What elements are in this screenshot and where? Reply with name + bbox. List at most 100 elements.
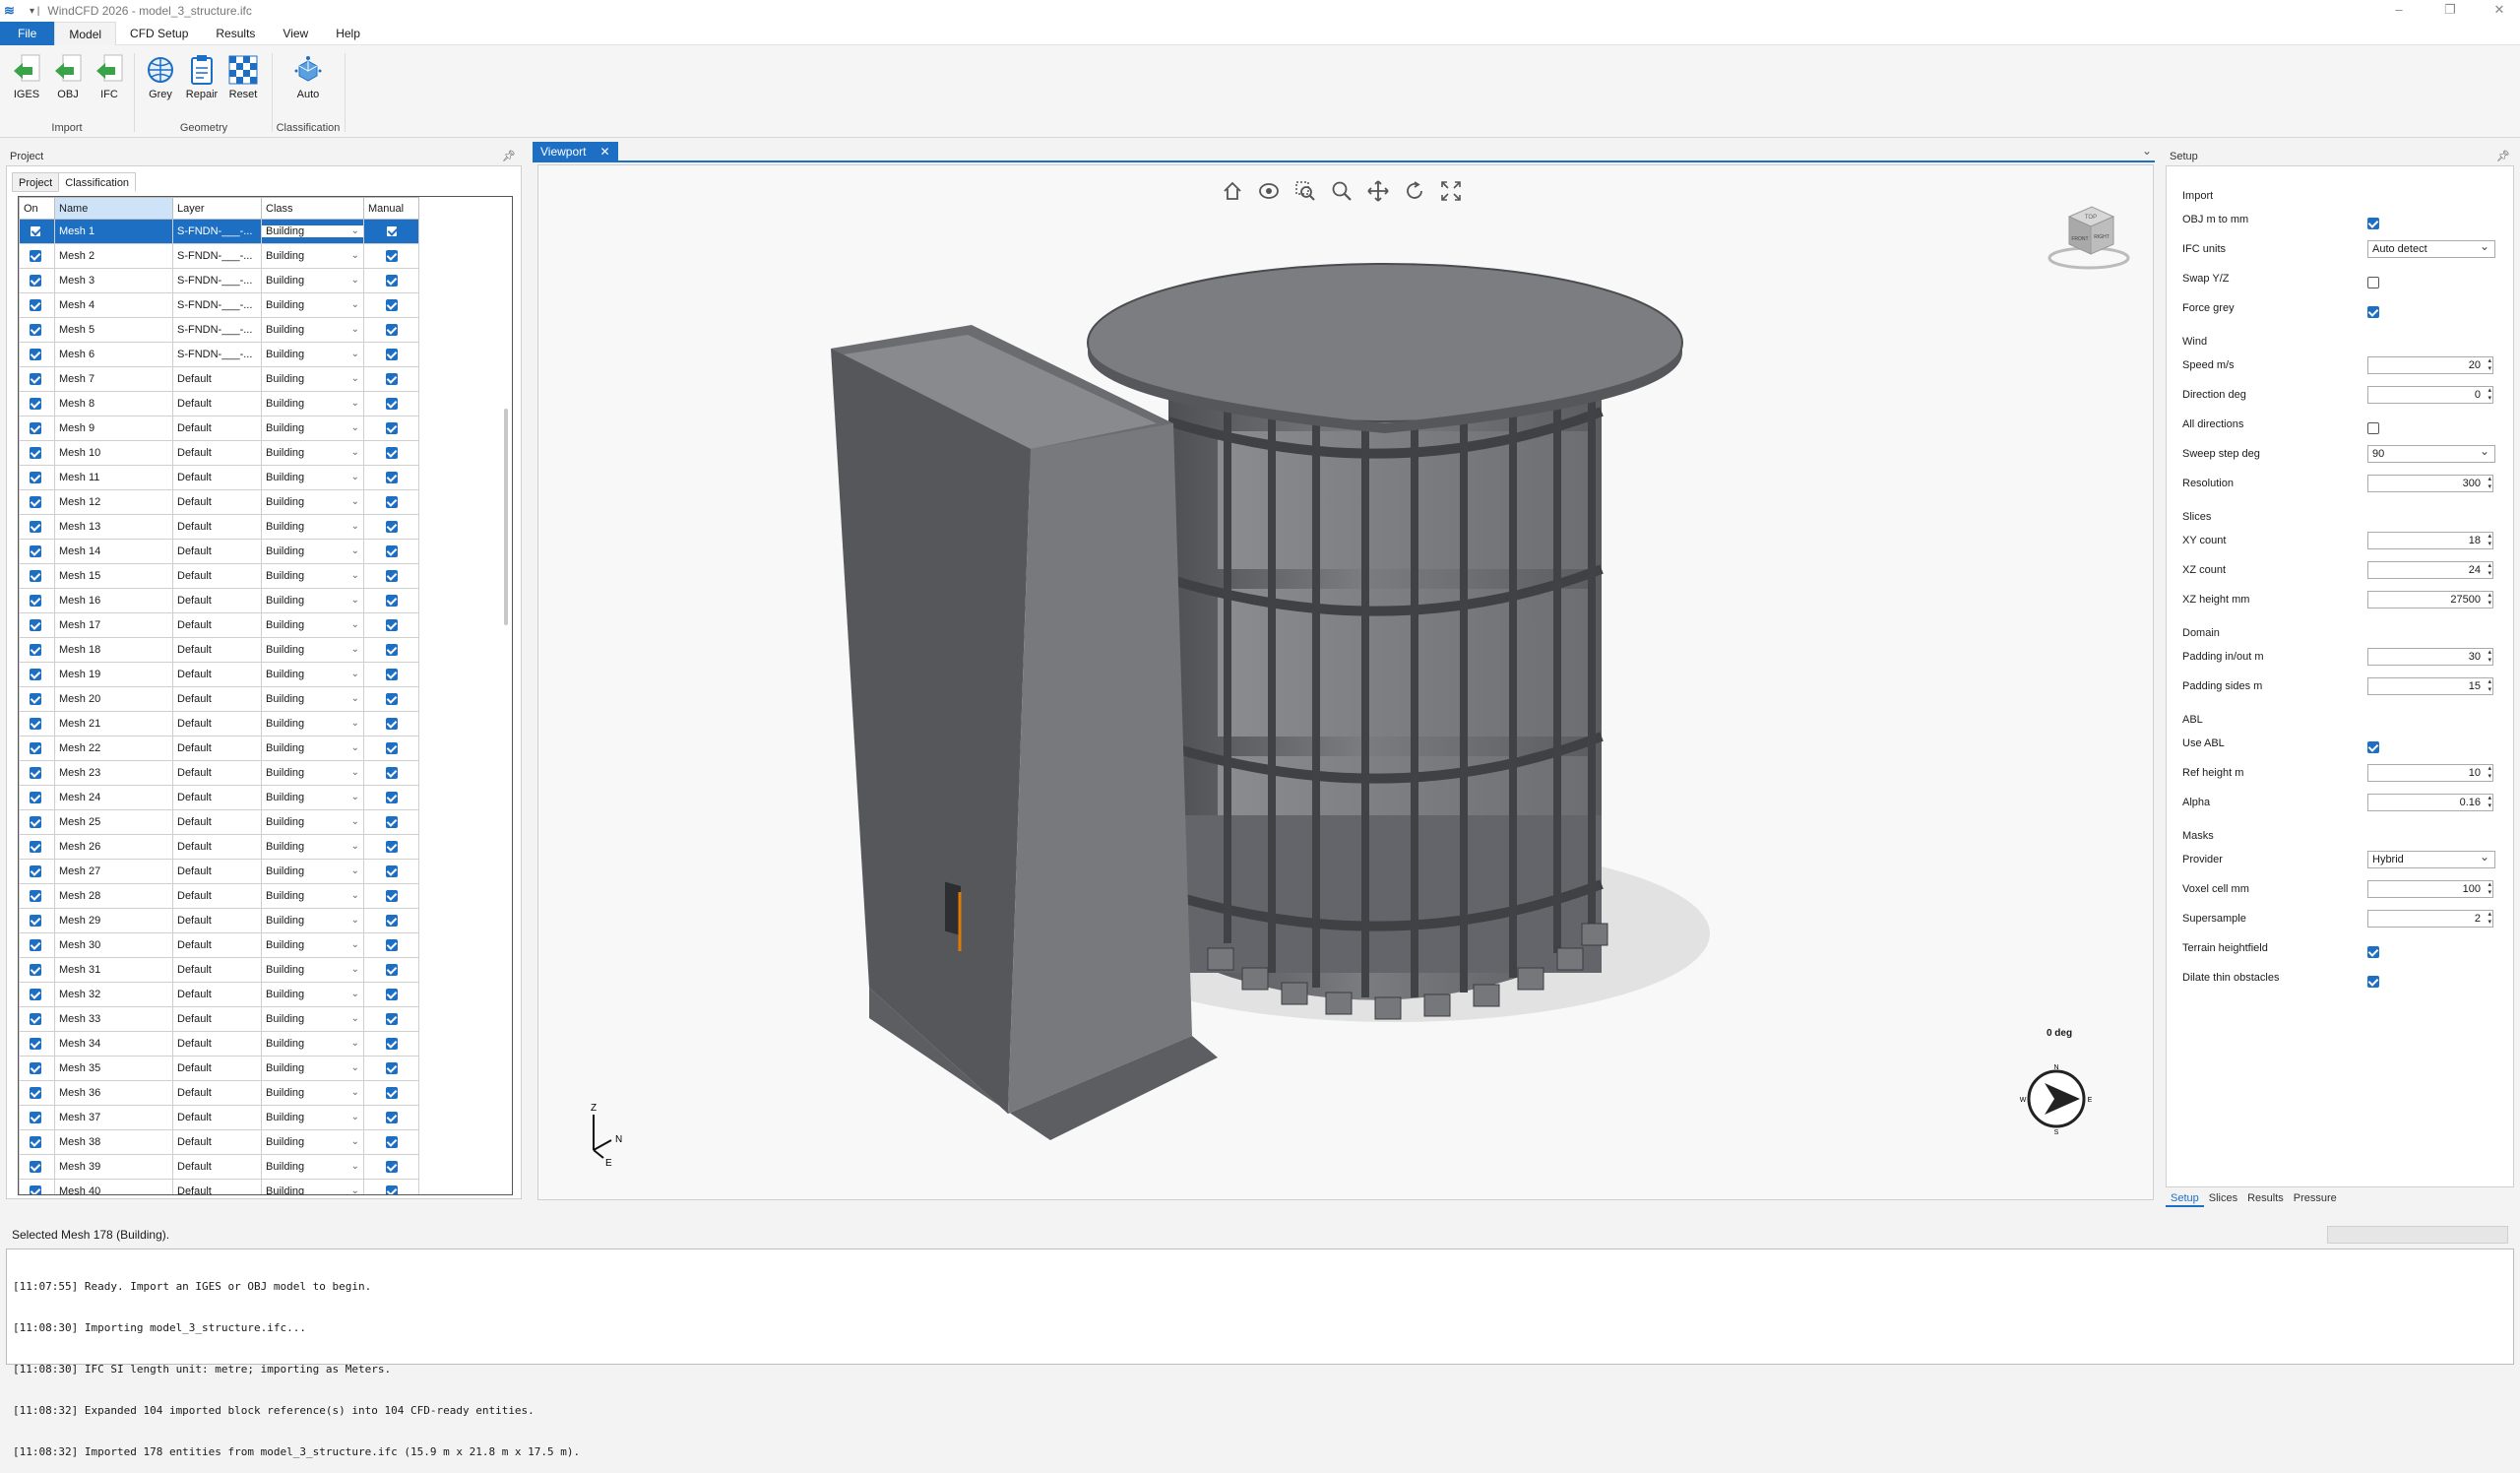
manual-checkbox[interactable] xyxy=(385,865,398,878)
table-row[interactable]: Mesh 32 Default Building ⌄ xyxy=(19,982,419,1007)
manual-cell[interactable] xyxy=(363,366,419,392)
table-row[interactable]: Mesh 34 Default Building ⌄ xyxy=(19,1031,419,1057)
class-cell[interactable]: Building ⌄ xyxy=(261,932,364,958)
padding-sides-input[interactable]: 15 xyxy=(2367,677,2493,695)
close-window-icon[interactable]: ✕ xyxy=(2483,0,2516,22)
close-icon[interactable]: ✕ xyxy=(599,142,609,161)
on-cell[interactable] xyxy=(19,1129,55,1155)
manual-cell[interactable] xyxy=(363,686,419,712)
class-select[interactable]: Building xyxy=(266,1185,304,1194)
class-cell[interactable]: Building ⌄ xyxy=(261,563,364,589)
class-select[interactable]: Building xyxy=(266,989,304,1000)
xy-count-input[interactable]: 18 xyxy=(2367,532,2493,549)
class-select[interactable]: Building xyxy=(266,324,304,336)
manual-cell[interactable] xyxy=(363,662,419,687)
table-row[interactable]: Mesh 30 Default Building ⌄ xyxy=(19,932,419,958)
table-row[interactable]: Mesh 21 Default Building ⌄ xyxy=(19,711,419,736)
table-row[interactable]: Mesh 1 S-FNDN-___-... Building ⌄ xyxy=(19,219,419,244)
class-cell[interactable]: Building ⌄ xyxy=(261,809,364,835)
manual-cell[interactable] xyxy=(363,489,419,515)
manual-checkbox[interactable] xyxy=(385,398,398,411)
class-select[interactable]: Building xyxy=(266,570,304,582)
class-select[interactable]: Building xyxy=(266,1136,304,1148)
on-cell[interactable] xyxy=(19,416,55,441)
class-cell[interactable]: Building ⌄ xyxy=(261,1179,364,1194)
class-cell[interactable]: Building ⌄ xyxy=(261,366,364,392)
tab-viewport[interactable]: Viewport ✕ xyxy=(533,142,618,161)
table-row[interactable]: Mesh 12 Default Building ⌄ xyxy=(19,489,419,515)
manual-checkbox[interactable] xyxy=(385,496,398,509)
visible-checkbox[interactable] xyxy=(30,545,41,558)
visible-checkbox[interactable] xyxy=(30,644,41,657)
tab-classification[interactable]: Classification xyxy=(58,172,137,192)
on-cell[interactable] xyxy=(19,908,55,933)
manual-cell[interactable] xyxy=(363,1006,419,1032)
on-cell[interactable] xyxy=(19,686,55,712)
visible-checkbox[interactable] xyxy=(30,521,41,534)
tab-slices[interactable]: Slices xyxy=(2204,1189,2242,1207)
class-select[interactable]: Building xyxy=(266,1062,304,1074)
table-row[interactable]: Mesh 11 Default Building ⌄ xyxy=(19,465,419,490)
visible-checkbox[interactable] xyxy=(30,472,41,484)
on-cell[interactable] xyxy=(19,1154,55,1180)
tab-setup[interactable]: Setup xyxy=(2166,1189,2204,1207)
visible-checkbox[interactable] xyxy=(30,1038,41,1051)
voxel-cell-input[interactable]: 100 xyxy=(2367,880,2493,898)
table-row[interactable]: Mesh 18 Default Building ⌄ xyxy=(19,637,419,663)
class-select[interactable]: Building xyxy=(266,1038,304,1050)
visible-checkbox[interactable] xyxy=(30,1112,41,1124)
class-cell[interactable]: Building ⌄ xyxy=(261,1105,364,1130)
manual-checkbox[interactable] xyxy=(385,225,398,238)
table-row[interactable]: Mesh 14 Default Building ⌄ xyxy=(19,539,419,564)
class-select[interactable]: Building xyxy=(266,398,304,410)
manual-cell[interactable] xyxy=(363,1056,419,1081)
manual-cell[interactable] xyxy=(363,268,419,293)
class-cell[interactable]: Building ⌄ xyxy=(261,834,364,860)
class-select[interactable]: Building xyxy=(266,841,304,853)
obj-m-to-mm-checkbox[interactable] xyxy=(2367,218,2379,230)
class-select[interactable]: Building xyxy=(266,816,304,828)
visible-checkbox[interactable] xyxy=(30,718,41,731)
class-cell[interactable]: Building ⌄ xyxy=(261,1056,364,1081)
manual-cell[interactable] xyxy=(363,465,419,490)
class-select[interactable]: Building xyxy=(266,742,304,754)
table-row[interactable]: Mesh 40 Default Building ⌄ xyxy=(19,1179,419,1194)
class-cell[interactable]: Building ⌄ xyxy=(261,588,364,613)
class-select[interactable]: Building xyxy=(266,939,304,951)
visible-checkbox[interactable] xyxy=(30,865,41,878)
manual-cell[interactable] xyxy=(363,219,419,244)
on-cell[interactable] xyxy=(19,1179,55,1194)
view-cube[interactable]: TOP FRONT RIGHT xyxy=(2045,199,2133,278)
menu-cfd-setup[interactable]: CFD Setup xyxy=(116,22,202,45)
on-cell[interactable] xyxy=(19,268,55,293)
visible-checkbox[interactable] xyxy=(30,915,41,928)
manual-cell[interactable] xyxy=(363,883,419,909)
class-select[interactable]: Building xyxy=(266,619,304,631)
visible-checkbox[interactable] xyxy=(30,1087,41,1100)
class-select[interactable]: Building xyxy=(266,225,304,237)
tab-project[interactable]: Project xyxy=(12,172,60,192)
class-select[interactable]: Building xyxy=(266,1087,304,1099)
manual-cell[interactable] xyxy=(363,1031,419,1057)
on-cell[interactable] xyxy=(19,539,55,564)
on-cell[interactable] xyxy=(19,834,55,860)
table-row[interactable]: Mesh 8 Default Building ⌄ xyxy=(19,391,419,416)
visible-checkbox[interactable] xyxy=(30,767,41,780)
tab-results[interactable]: Results xyxy=(2242,1189,2289,1207)
class-cell[interactable]: Building ⌄ xyxy=(261,292,364,318)
viewport-3d[interactable]: TOP FRONT RIGHT 0 deg N S E W Z N E xyxy=(537,164,2154,1200)
visible-checkbox[interactable] xyxy=(30,890,41,903)
class-select[interactable]: Building xyxy=(266,373,304,385)
class-cell[interactable]: Building ⌄ xyxy=(261,465,364,490)
supersample-input[interactable]: 2 xyxy=(2367,910,2493,928)
class-select[interactable]: Building xyxy=(266,447,304,459)
on-cell[interactable] xyxy=(19,932,55,958)
manual-checkbox[interactable] xyxy=(385,1038,398,1051)
on-cell[interactable] xyxy=(19,1056,55,1081)
grey-button[interactable]: Grey xyxy=(142,51,179,100)
sweep-step-select[interactable]: 90 xyxy=(2367,443,2495,463)
tab-pressure[interactable]: Pressure xyxy=(2289,1189,2342,1207)
table-row[interactable]: Mesh 23 Default Building ⌄ xyxy=(19,760,419,786)
menu-view[interactable]: View xyxy=(269,22,322,45)
manual-checkbox[interactable] xyxy=(385,644,398,657)
